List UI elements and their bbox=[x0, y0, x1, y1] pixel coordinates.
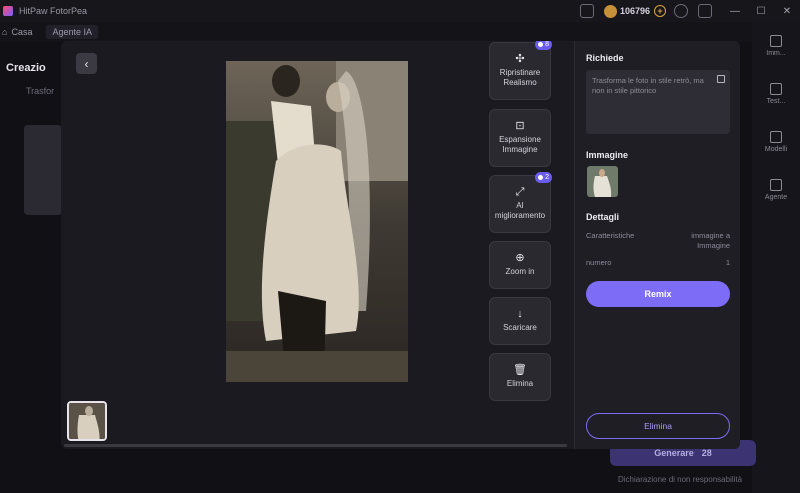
back-button[interactable]: ‹ bbox=[76, 53, 97, 74]
model-icon bbox=[770, 131, 782, 143]
rail-label: Imm... bbox=[766, 50, 786, 57]
rail-item-text[interactable]: Test... bbox=[752, 70, 800, 118]
badge-count: 2 bbox=[545, 174, 549, 181]
menu-icon[interactable] bbox=[698, 4, 712, 18]
home-tab[interactable]: Casa bbox=[11, 27, 32, 37]
background-page-subtitle: Trasfor bbox=[26, 86, 55, 96]
detail-row: numero 1 bbox=[586, 258, 730, 268]
delete-tool-button[interactable]: 🗑 Elimina bbox=[489, 353, 551, 401]
trash-icon: 🗑 bbox=[513, 364, 527, 376]
preview-image bbox=[226, 61, 408, 382]
app-logo bbox=[3, 6, 13, 16]
rail-label: Agente bbox=[764, 194, 788, 201]
text-icon bbox=[770, 83, 782, 95]
details-panel: Richiede Trasforma le foto in stile retr… bbox=[574, 41, 740, 449]
maximize-button[interactable]: ☐ bbox=[748, 6, 774, 17]
expand-image-button[interactable]: ⊡ Espansione Immagine bbox=[489, 109, 551, 167]
image-icon bbox=[770, 35, 782, 47]
prompt-text: Trasforma le foto in stile retrò, ma non… bbox=[592, 76, 704, 95]
copy-icon[interactable] bbox=[717, 75, 725, 83]
realism-icon: ✣ bbox=[515, 53, 525, 65]
generate-cost: 28 bbox=[701, 448, 712, 458]
title-bar: HitPaw FotorPea 106796 + — ☐ ✕ bbox=[0, 0, 800, 22]
agent-icon bbox=[770, 179, 782, 191]
download-button[interactable]: ↓ Scaricare bbox=[489, 297, 551, 345]
tool-label: Ripristinare Realismo bbox=[499, 68, 541, 87]
result-thumbnail[interactable] bbox=[67, 401, 107, 441]
rail-label: Test... bbox=[766, 98, 786, 105]
badge-count: 8 bbox=[545, 41, 549, 48]
expand-icon: ⊡ bbox=[515, 120, 525, 132]
tool-label: Elimina bbox=[506, 379, 534, 388]
detail-key: Caratteristiche bbox=[586, 231, 635, 240]
close-window-button[interactable]: ✕ bbox=[774, 6, 800, 17]
history-icon[interactable] bbox=[579, 4, 594, 18]
image-heading: Immagine bbox=[586, 150, 629, 160]
restore-realism-button[interactable]: 8 ✣ Ripristinare Realismo bbox=[489, 41, 552, 100]
remix-button[interactable]: Remix bbox=[586, 281, 730, 307]
minimize-button[interactable]: — bbox=[722, 6, 748, 17]
coin-icon bbox=[603, 4, 617, 18]
agent-tab[interactable]: Agente IA bbox=[46, 25, 98, 39]
tool-label: Scaricare bbox=[503, 323, 537, 332]
rail-label: Modelli bbox=[764, 146, 788, 153]
coin-icon bbox=[538, 175, 544, 180]
detail-key: numero bbox=[586, 258, 612, 267]
download-icon: ↓ bbox=[517, 308, 523, 320]
delete-button[interactable]: Elimina bbox=[586, 413, 730, 439]
home-icon[interactable]: ⌂ bbox=[2, 27, 7, 37]
add-coins-icon[interactable]: + bbox=[654, 5, 666, 17]
tool-label: Zoom in bbox=[505, 267, 535, 276]
rail-item-images[interactable]: Imm... bbox=[752, 22, 800, 70]
ai-enhance-button[interactable]: 2 ⤢ AI miglioramento bbox=[489, 172, 552, 233]
zoom-in-icon: ⊕ bbox=[515, 252, 525, 264]
horizontal-scrollbar[interactable] bbox=[64, 444, 567, 447]
wedding-photo bbox=[226, 61, 408, 382]
prompt-box: Trasforma le foto in stile retrò, ma non… bbox=[586, 70, 730, 134]
credit-badge: 8 bbox=[535, 41, 552, 50]
generate-label: Generare bbox=[654, 448, 694, 458]
coin-balance[interactable]: 106796 + bbox=[603, 4, 666, 18]
app-window: HitPaw FotorPea 106796 + — ☐ ✕ ⌂ Casa Ag… bbox=[0, 0, 800, 493]
enhance-icon: ⤢ bbox=[515, 186, 525, 198]
background-page-title: Creazio bbox=[6, 62, 46, 74]
details-heading: Dettagli bbox=[586, 212, 620, 222]
tool-label: Espansione Immagine bbox=[499, 135, 541, 154]
chevron-left-icon: ‹ bbox=[84, 56, 89, 71]
detail-row: Caratteristiche immagine a Immagine bbox=[586, 231, 730, 251]
zoom-in-button[interactable]: ⊕ Zoom in bbox=[489, 241, 551, 289]
image-preview-modal: ‹ 8 ✣ Ripristinare Realismo ⊡ Espansione… bbox=[61, 41, 740, 449]
thumbnail-image bbox=[69, 403, 105, 439]
account-icon[interactable] bbox=[674, 4, 688, 18]
source-image-thumbnail[interactable] bbox=[587, 166, 618, 197]
detail-value: immagine a Immagine bbox=[691, 231, 730, 250]
detail-value: 1 bbox=[725, 258, 730, 267]
disclaimer-link[interactable]: Dichiarazione di non responsabilità bbox=[618, 475, 742, 484]
coin-count: 106796 bbox=[619, 6, 650, 16]
source-image bbox=[587, 166, 618, 197]
background-card bbox=[24, 125, 62, 215]
coin-icon bbox=[538, 42, 544, 47]
app-title: HitPaw FotorPea bbox=[19, 6, 88, 16]
right-rail: Imm... Test... Modelli Agente bbox=[752, 22, 800, 493]
rail-item-models[interactable]: Modelli bbox=[752, 118, 800, 166]
rail-item-agent[interactable]: Agente bbox=[752, 166, 800, 214]
credit-badge: 2 bbox=[535, 172, 552, 183]
tool-label: AI miglioramento bbox=[494, 201, 546, 220]
nav-bar: ⌂ Casa Agente IA bbox=[0, 22, 800, 42]
prompt-heading: Richiede bbox=[586, 53, 624, 63]
